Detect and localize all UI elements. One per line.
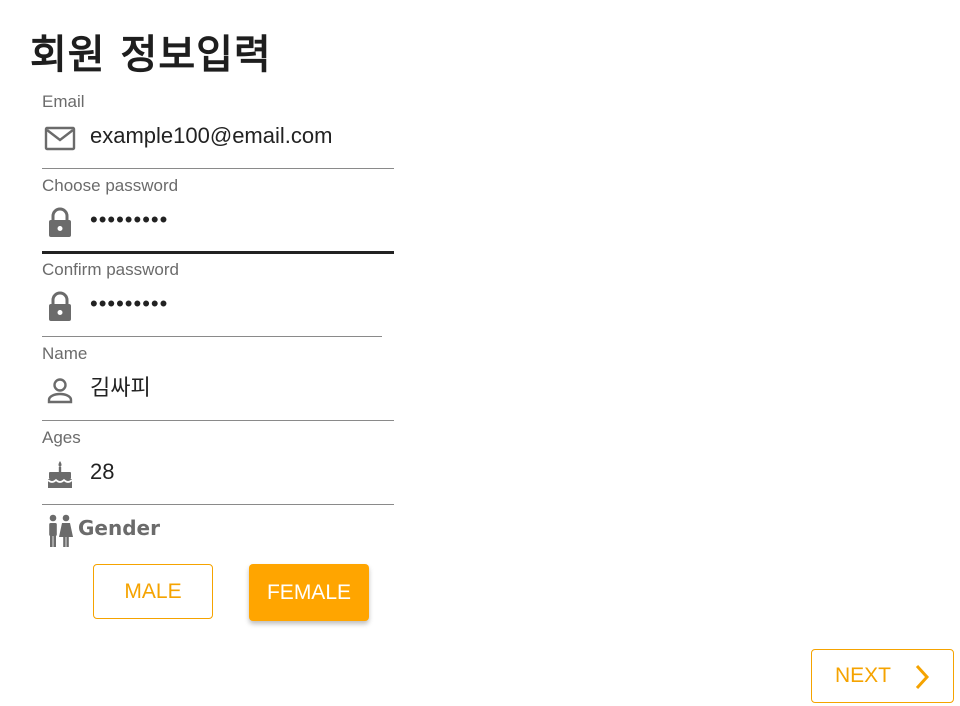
password-label: Choose password [42,176,179,195]
mail-icon [44,126,76,151]
confirm-password-value[interactable]: ••••••••• [90,290,168,318]
confirm-password-underline [42,336,382,337]
confirm-password-field[interactable]: Confirm password ••••••••• [42,260,382,338]
name-underline [42,420,394,421]
name-field[interactable]: Name 김싸피 [42,344,394,422]
ages-field[interactable]: Ages 28 [42,428,394,506]
email-label: Email [42,92,85,111]
email-underline [42,168,394,169]
password-field[interactable]: Choose password ••••••••• [42,176,394,254]
name-value[interactable]: 김싸피 [90,374,151,402]
email-value[interactable]: example100@email.com [90,122,332,150]
chevron-right-icon [915,664,930,690]
people-icon [49,514,73,547]
person-icon [47,378,73,404]
password-value[interactable]: ••••••••• [90,206,168,234]
ages-value[interactable]: 28 [90,458,114,486]
next-button-label: NEXT [835,664,892,687]
page-title: 회원 정보입력 [30,32,272,78]
cake-icon [47,461,73,488]
male-button[interactable]: MALE [93,564,213,619]
email-field[interactable]: Email example100@email.com [42,92,394,170]
lock-icon [49,291,71,321]
lock-icon [49,207,71,237]
password-underline [42,251,394,254]
gender-label: Gender [78,516,160,540]
confirm-password-label: Confirm password [42,260,179,279]
ages-label: Ages [42,428,81,447]
female-button[interactable]: FEMALE [249,564,369,621]
ages-underline [42,504,394,505]
name-label: Name [42,344,88,363]
next-button[interactable]: NEXT [811,649,954,703]
